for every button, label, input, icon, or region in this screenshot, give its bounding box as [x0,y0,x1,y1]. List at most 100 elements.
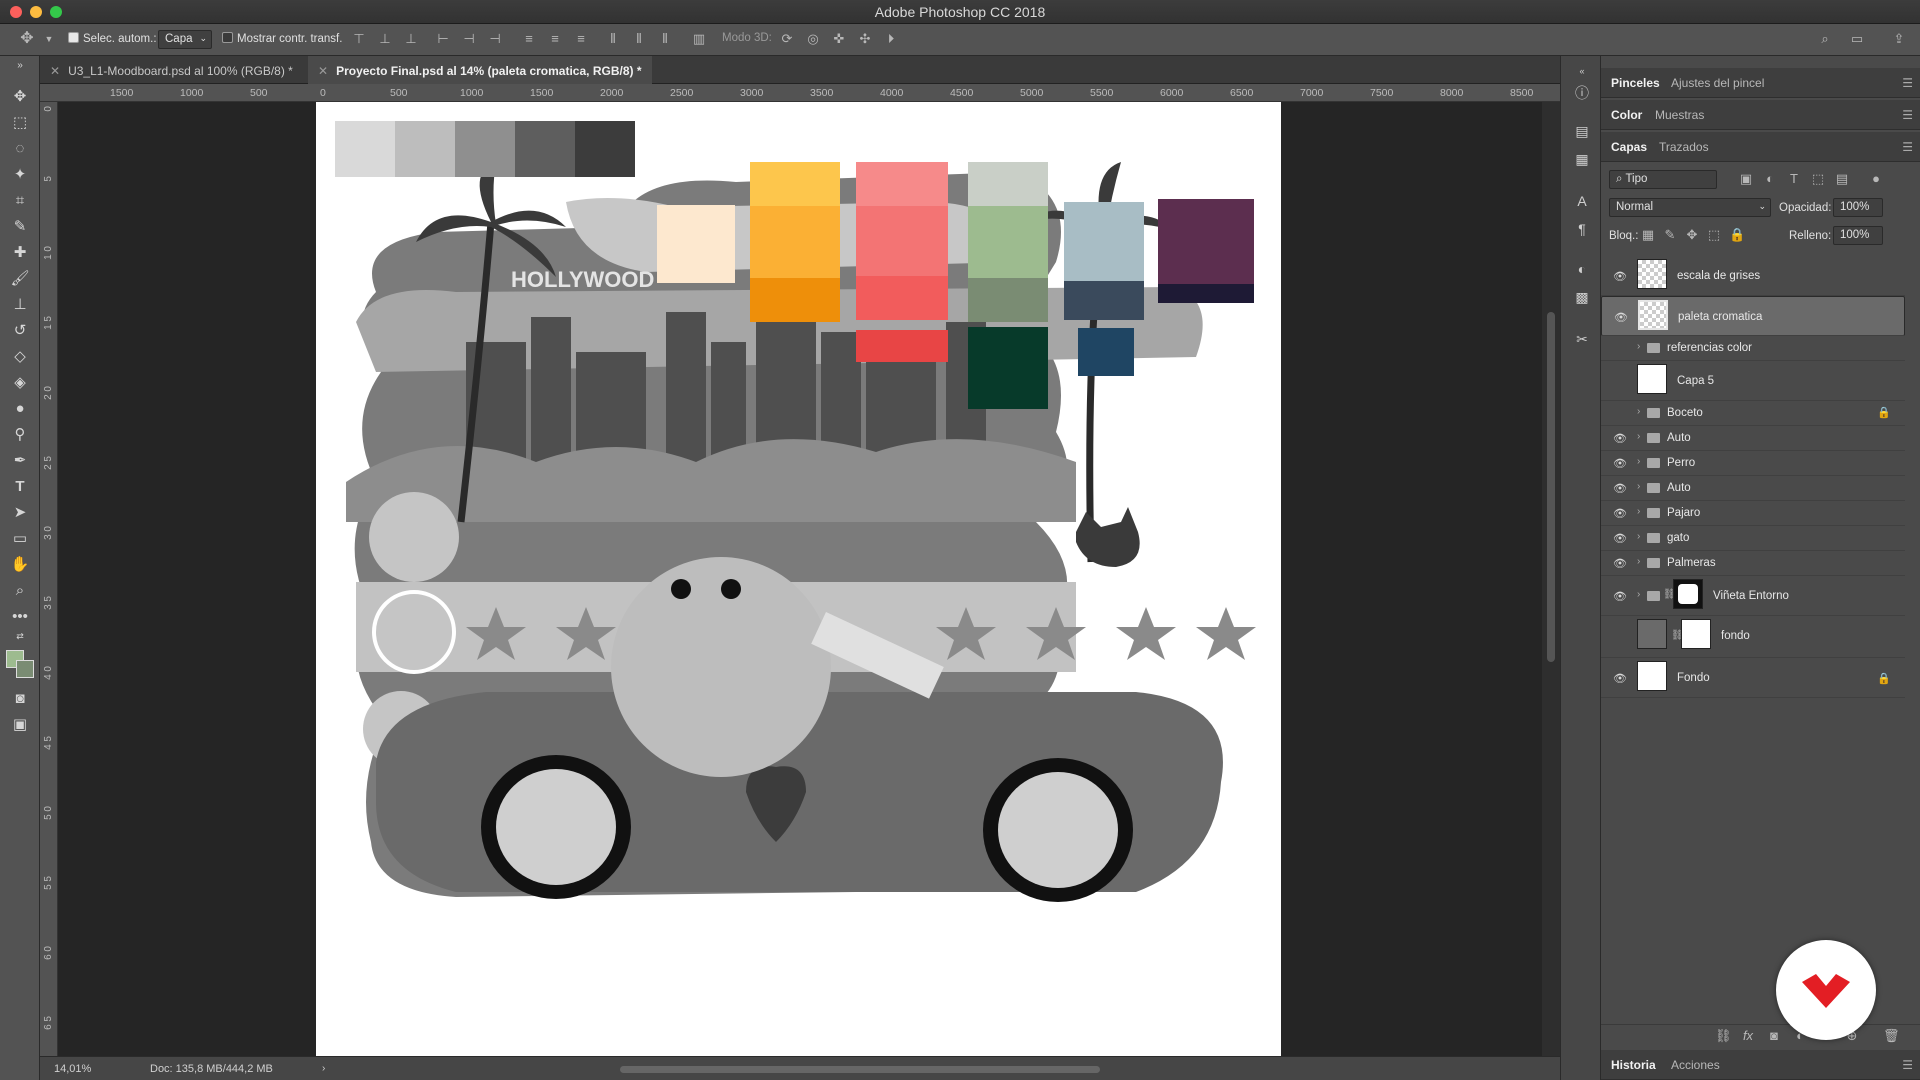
layer-vineta-entorno[interactable]: 👁 › ⛓ Viñeta Entorno [1601,576,1905,616]
scale-3d-icon[interactable]: ⏵ [884,32,898,46]
tab-pinceles[interactable]: Pinceles [1611,76,1660,90]
rectangle-tool-icon[interactable]: ▭ [8,528,32,550]
close-tab-icon[interactable]: ✕ [50,64,60,78]
link-layers-icon[interactable]: ⛓ [1715,1029,1732,1043]
workspace-icon[interactable]: ▭ [1850,32,1864,46]
eye-icon[interactable]: 👁 [1613,507,1627,520]
lock-transparent-icon[interactable]: ▦ [1641,228,1655,242]
roll-3d-icon[interactable]: ◎ [806,32,820,46]
blend-mode-dropdown[interactable]: Normal ⌄ [1609,198,1771,217]
opacity-input[interactable]: 100% [1833,198,1883,217]
align-bottom-icon[interactable]: ⊥ [404,32,418,46]
distribute-hcenter-icon[interactable]: ⦀ [632,32,646,46]
layer-gato[interactable]: 👁 › gato [1601,526,1905,551]
stamp-tool-icon[interactable]: ⊥ [8,294,32,316]
panel-menu-icon[interactable]: ☰ [1902,76,1913,90]
tab-capas[interactable]: Capas [1611,140,1647,154]
layer-pajaro[interactable]: 👁 › Pajaro [1601,501,1905,526]
pen-tool-icon[interactable]: ✒ [8,450,32,472]
path-selection-tool-icon[interactable]: ➤ [8,502,32,524]
lasso-tool-icon[interactable]: ◌ [8,138,32,160]
marquee-tool-icon[interactable]: ⬚ [8,112,32,134]
layer-auto-2[interactable]: 👁 › Auto [1601,476,1905,501]
properties-icon[interactable]: ▦ [1573,150,1591,168]
layer-paleta-cromatica[interactable]: 👁 paleta cromatica [1601,296,1905,336]
chevron-right-icon[interactable]: › [1637,531,1640,542]
move-tool-icon[interactable]: ✥ [20,31,34,47]
magic-wand-tool-icon[interactable]: ✦ [8,164,32,186]
eye-icon[interactable]: 👁 [1613,432,1627,445]
hand-tool-icon[interactable]: ✋ [8,554,32,576]
tool-preset-chevron-icon[interactable]: ▼ [42,32,56,46]
tab-color[interactable]: Color [1611,108,1642,122]
chevron-right-icon[interactable]: › [1637,506,1640,517]
tab-historia[interactable]: Historia [1611,1058,1656,1072]
crop-tool-icon[interactable]: ⌗ [8,190,32,212]
artboard[interactable]: HOLLYWOOD [316,102,1281,1056]
eye-icon[interactable]: 👁 [1613,457,1627,470]
layer-capa-5[interactable]: Capa 5 [1601,361,1905,401]
layer-comps-icon[interactable]: ▤ [1573,122,1591,140]
fx-icon[interactable]: fx [1741,1029,1755,1043]
zoom-tool-icon[interactable]: ⌕ [8,580,32,602]
chevron-right-icon[interactable]: › [1637,341,1640,352]
filter-smart-icon[interactable]: ▤ [1835,172,1849,186]
tab-acciones[interactable]: Acciones [1671,1058,1720,1072]
lock-all-icon[interactable]: 🔒 [1729,228,1745,242]
distribute-right-icon[interactable]: ⦀ [658,32,672,46]
canvas-area[interactable]: HOLLYWOOD [58,102,1542,1056]
collapse-tools-icon[interactable]: » [8,60,32,72]
status-menu-icon[interactable]: › [322,1063,325,1074]
move-tool-icon[interactable]: ✥ [8,86,32,108]
collapse-panels-icon[interactable]: « [1573,62,1591,80]
distribute-left-icon[interactable]: ⦀ [606,32,620,46]
tab-proyecto-final[interactable]: ✕ Proyecto Final.psd al 14% (paleta croma… [308,56,652,84]
lock-artboard-icon[interactable]: ⬚ [1707,228,1721,242]
info-icon[interactable]: ⓘ [1573,84,1591,102]
character-icon[interactable]: A [1573,192,1591,210]
eye-icon[interactable]: 👁 [1613,482,1627,495]
tab-ajustes-pincel[interactable]: Ajustes del pincel [1671,76,1764,90]
layer-fondo[interactable]: 👁 Fondo 🔒 [1601,658,1905,698]
lock-position-icon[interactable]: ✥ [1685,228,1699,242]
adjustments-icon[interactable]: ◐ [1573,260,1591,278]
chevron-right-icon[interactable]: › [1637,456,1640,467]
background-color-swatch[interactable] [16,660,34,678]
close-tab-icon[interactable]: ✕ [318,64,328,78]
panel-menu-icon[interactable]: ☰ [1902,1058,1913,1072]
auto-select-dropdown[interactable]: Capa ⌄ [158,30,212,49]
auto-select-checkbox[interactable]: Selec. autom.: [68,32,157,45]
history-brush-tool-icon[interactable]: ↺ [8,320,32,342]
search-icon[interactable]: ⌕ [1818,32,1832,46]
filter-shape-icon[interactable]: ⬚ [1811,172,1825,186]
eyedropper-tool-icon[interactable]: ✎ [8,216,32,238]
chevron-right-icon[interactable]: › [1637,556,1640,567]
eye-icon[interactable]: 👁 [1614,311,1628,324]
align-top-icon[interactable]: ⊤ [352,32,366,46]
styles-icon[interactable]: ▩ [1573,288,1591,306]
panel-menu-icon[interactable]: ☰ [1902,108,1913,122]
align-vcenter-icon[interactable]: ⊥ [378,32,392,46]
scrollbar-thumb[interactable] [1547,312,1555,662]
trash-icon[interactable]: 🗑 [1883,1029,1900,1043]
screen-mode-icon[interactable]: ▣ [8,714,32,736]
chevron-right-icon[interactable]: › [1637,481,1640,492]
paint-bucket-tool-icon[interactable]: ◈ [8,372,32,394]
lock-image-icon[interactable]: ✎ [1663,228,1677,242]
distribute-bottom-icon[interactable]: ≡ [574,32,588,46]
layer-referencias-color[interactable]: › referencias color [1601,336,1905,361]
layer-filter-dropdown[interactable]: ⌕ Tipo [1609,170,1717,189]
tab-trazados[interactable]: Trazados [1659,140,1709,154]
align-right-icon[interactable]: ⊣ [488,32,502,46]
blur-tool-icon[interactable]: ● [8,398,32,420]
layer-auto[interactable]: 👁 › Auto [1601,426,1905,451]
quick-mask-icon[interactable]: ◙ [8,688,32,710]
zoom-level[interactable]: 14,01% [54,1063,91,1075]
type-tool-icon[interactable]: T [8,476,32,498]
chevron-right-icon[interactable]: › [1637,589,1640,600]
dodge-tool-icon[interactable]: ⚲ [8,424,32,446]
eye-icon[interactable]: 👁 [1613,532,1627,545]
layer-escala-de-grises[interactable]: 👁 escala de grises [1601,256,1905,296]
tab-moodboard[interactable]: ✕ U3_L1-Moodboard.psd al 100% (RGB/8) * [40,56,303,84]
filter-toggle-icon[interactable]: ● [1869,172,1883,186]
